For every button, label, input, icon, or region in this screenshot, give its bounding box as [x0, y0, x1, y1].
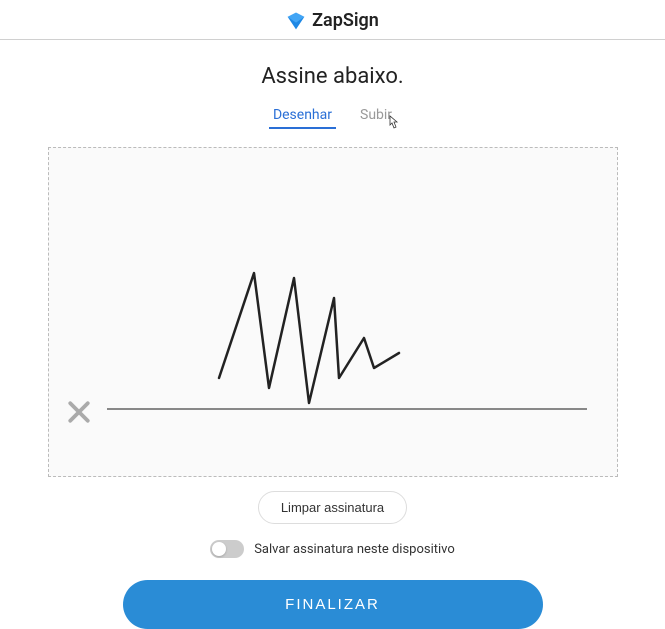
- signature-stroke: [199, 258, 419, 418]
- save-signature-label: Salvar assinatura neste dispositivo: [254, 542, 455, 557]
- clear-signature-x[interactable]: [63, 396, 95, 428]
- logo-icon: [286, 11, 306, 31]
- signature-baseline: [107, 408, 587, 410]
- signature-mode-tabs: Desenhar Subir: [273, 107, 392, 129]
- finalize-button[interactable]: FINALIZAR: [123, 580, 543, 629]
- app-header: ZapSign: [0, 0, 665, 40]
- save-signature-toggle[interactable]: [210, 540, 244, 558]
- brand-name: ZapSign: [312, 10, 379, 31]
- save-signature-row: Salvar assinatura neste dispositivo: [210, 540, 455, 558]
- tab-upload[interactable]: Subir: [360, 107, 392, 129]
- page-title: Assine abaixo.: [261, 64, 403, 89]
- signature-canvas[interactable]: [48, 147, 618, 477]
- clear-signature-button[interactable]: Limpar assinatura: [258, 491, 407, 524]
- tab-draw[interactable]: Desenhar: [273, 107, 332, 129]
- main-content: Assine abaixo. Desenhar Subir Limpar ass…: [0, 40, 665, 629]
- close-icon: [64, 397, 94, 427]
